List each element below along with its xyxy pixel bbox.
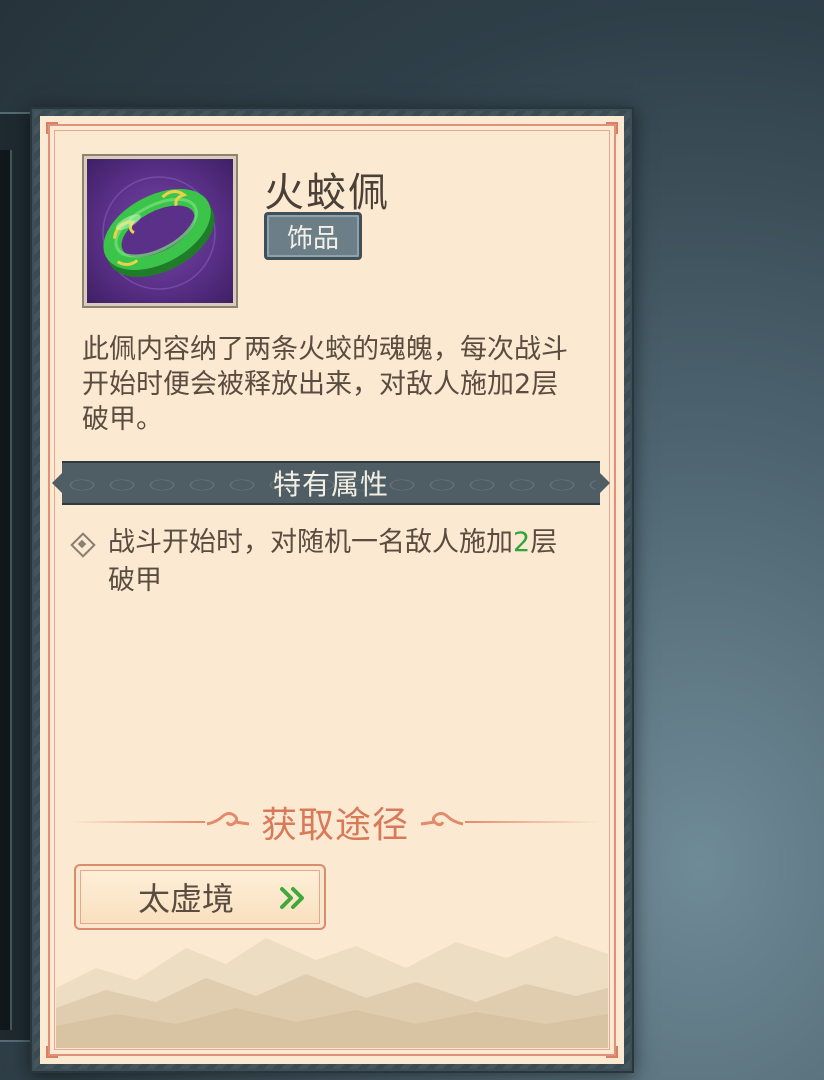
special-attributes-header: 特有属性 [62,461,600,505]
corner-ornament [606,122,618,134]
special-attributes-title: 特有属性 [272,468,389,501]
swirl-ornament-icon [420,812,464,827]
diamond-bullet-icon [70,532,94,556]
mountain-landscape-decoration [56,898,608,1048]
attribute-row: 战斗开始时，对随机一名敌人施加2层破甲 [70,524,570,600]
item-name: 火蛟佩 [264,170,390,216]
item-description: 此佩内容纳了两条火蛟的魂魄，每次战斗开始时便会被释放出来，对敌人施加2层破甲。 [82,334,568,435]
jade-bracelet-icon [87,159,233,303]
divider-line [70,821,205,823]
attribute-text: 战斗开始时，对随机一名敌人施加2层破甲 [108,527,558,596]
corner-ornament [46,122,58,134]
background-side-panel-inner [0,150,12,1030]
acquisition-title: 获取途径 [261,805,410,846]
item-type-badge: 饰品 [264,212,362,260]
attribute-highlight-value: 2 [513,527,531,558]
item-tooltip-card: 火蛟佩 饰品 此佩内容纳了两条火蛟的魂魄，每次战斗开始时便会被释放出来，对敌人施… [40,116,624,1064]
item-icon-frame [82,154,238,308]
swirl-ornament-icon [206,812,250,827]
divider-line [465,821,601,823]
acquisition-header: 获取途径 [70,794,601,850]
